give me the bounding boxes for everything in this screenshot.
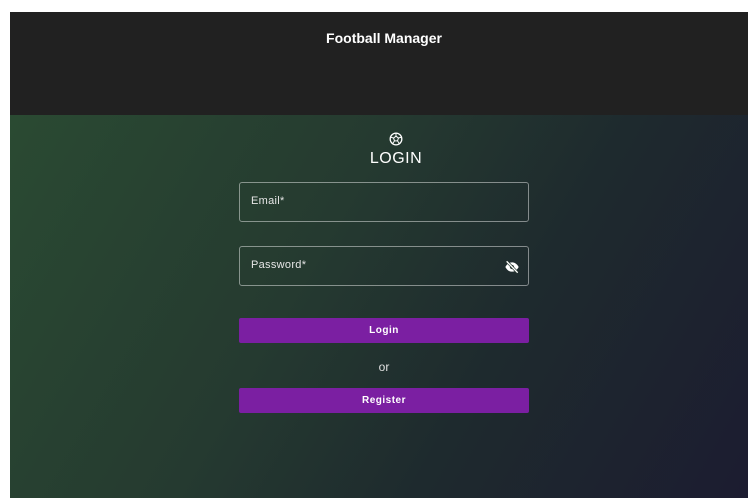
or-separator: or xyxy=(378,360,390,374)
email-input[interactable] xyxy=(240,183,528,221)
password-input[interactable] xyxy=(240,247,528,285)
app-window: Football Manager LOGIN Email* Password* xyxy=(10,12,748,498)
app-header: Football Manager xyxy=(10,12,748,115)
eye-off-icon[interactable] xyxy=(504,259,520,275)
email-field[interactable]: Email* xyxy=(239,182,529,222)
football-icon xyxy=(389,132,403,146)
app-title: Football Manager xyxy=(326,30,442,46)
login-heading: LOGIN xyxy=(369,150,423,167)
password-field[interactable]: Password* xyxy=(239,246,529,286)
login-panel: LOGIN Email* Password* Login or Register xyxy=(10,115,748,498)
register-button[interactable]: Register xyxy=(239,388,529,413)
login-button[interactable]: Login xyxy=(239,318,529,343)
